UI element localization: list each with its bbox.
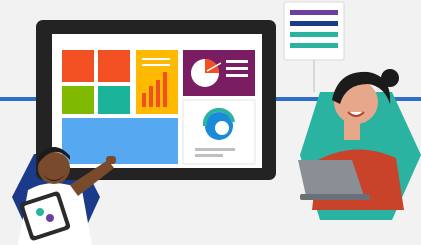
tile-orange-1 [62, 50, 94, 82]
tile-green [62, 86, 94, 114]
tile-orange-2 [98, 50, 130, 82]
tile-blue-panel [62, 118, 178, 164]
pie-chart-icon [183, 50, 255, 96]
checklist-card-icon [283, 1, 345, 92]
bar-chart-icon [136, 50, 178, 114]
monitor [36, 20, 276, 180]
product-illustration [0, 1, 421, 245]
tile-teal [98, 86, 130, 114]
edge-browser-icon [182, 99, 256, 165]
